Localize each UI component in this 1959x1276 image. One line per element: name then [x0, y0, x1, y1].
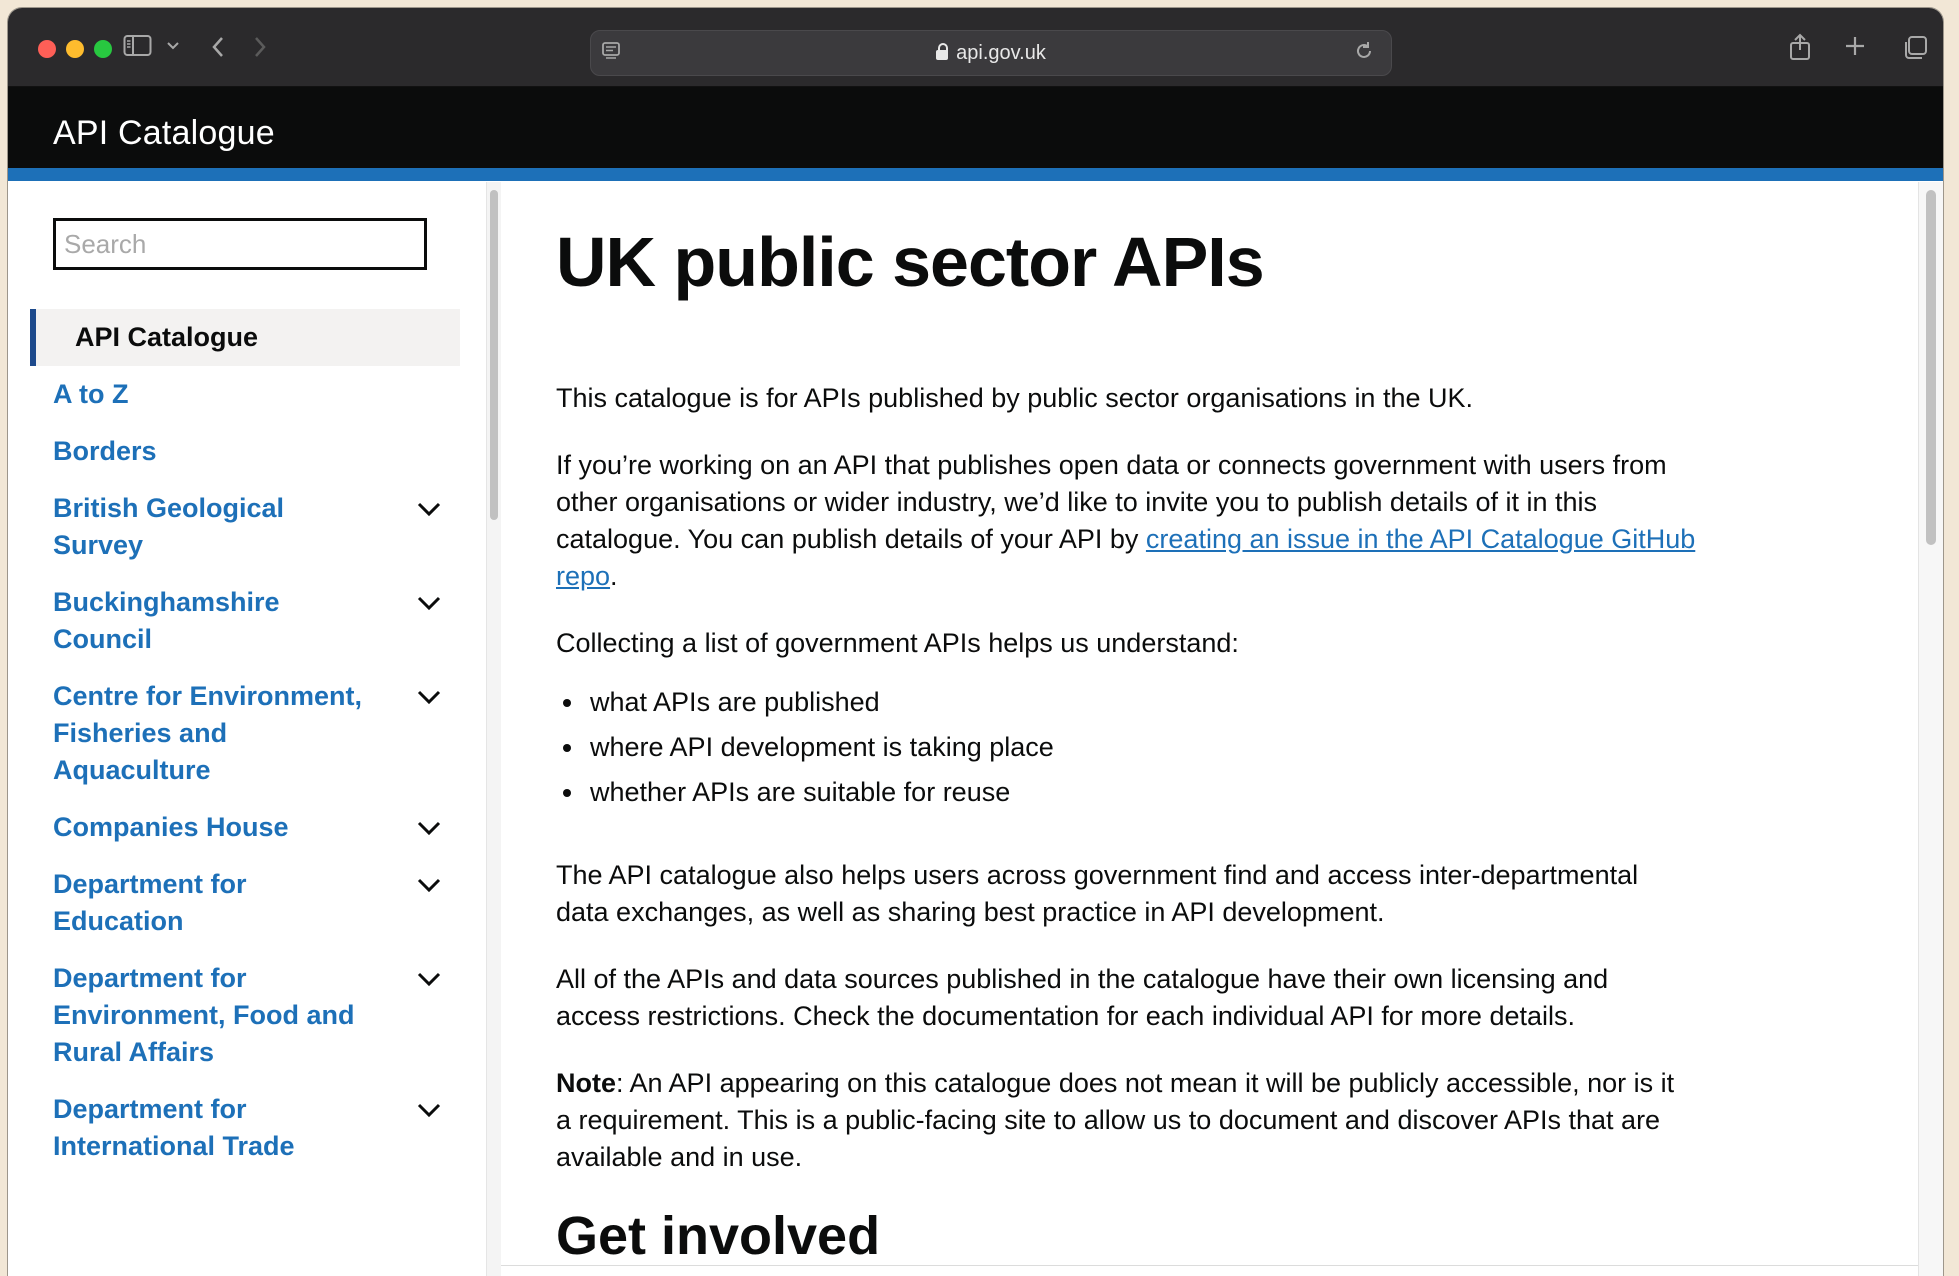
also-helps-paragraph: The API catalogue also helps users acros…: [556, 860, 1639, 927]
sidebar-item-label[interactable]: Department for Education: [53, 866, 370, 940]
sidebar-item-defra[interactable]: Department for Environment, Food and Rur…: [8, 950, 460, 1081]
list-item: where API development is taking place: [586, 725, 1696, 770]
sidebar-item-department-for-education[interactable]: Department for Education: [8, 856, 460, 950]
sidebar-nav: API Catalogue A to Z Borders British Geo…: [8, 182, 501, 1276]
site-title-link[interactable]: API Catalogue: [53, 114, 275, 153]
chevron-down-icon[interactable]: [414, 964, 444, 994]
sidebar-item-borders[interactable]: Borders: [8, 423, 460, 480]
note-text: : An API appearing on this catalogue doe…: [556, 1068, 1675, 1172]
licensing-paragraph: All of the APIs and data sources publish…: [556, 964, 1609, 1031]
minimize-window-button[interactable]: [66, 40, 84, 58]
lock-icon: [936, 43, 949, 60]
sidebar-item-label[interactable]: Department for Environment, Food and Rur…: [53, 960, 370, 1071]
sidebar-toggle-icon[interactable]: [123, 34, 153, 58]
url-text: api.gov.uk: [956, 42, 1046, 64]
list-item: whether APIs are suitable for reuse: [586, 770, 1696, 815]
browser-toolbar: api.gov.uk: [8, 8, 1943, 87]
collecting-paragraph: Collecting a list of government APIs hel…: [556, 628, 1239, 658]
sidebar-item-cefas[interactable]: Centre for Environment, Fisheries and Aq…: [8, 668, 460, 799]
chevron-down-icon[interactable]: [166, 39, 180, 53]
address-bar[interactable]: api.gov.uk: [590, 30, 1392, 76]
invite-end: .: [610, 561, 618, 591]
invite-paragraph: If you’re working on an API that publish…: [556, 447, 1696, 595]
note-label: Note: [556, 1068, 616, 1098]
sidebar-item-label[interactable]: Borders: [53, 433, 370, 470]
sidebar-item-label[interactable]: Buckinghamshire Council: [53, 584, 370, 658]
close-window-button[interactable]: [38, 40, 56, 58]
understand-list: what APIs are published where API develo…: [556, 680, 1696, 815]
new-tab-icon[interactable]: [1843, 34, 1867, 58]
chevron-down-icon[interactable]: [414, 870, 444, 900]
sidebar-item-label[interactable]: A to Z: [53, 376, 370, 413]
reload-icon[interactable]: [1353, 40, 1375, 62]
section-heading: Get involved: [556, 1206, 881, 1266]
search-input[interactable]: [53, 218, 427, 270]
list-item: what APIs are published: [586, 680, 1696, 725]
tab-overview-icon[interactable]: [1901, 34, 1929, 62]
forward-icon[interactable]: [250, 34, 270, 60]
main-scrollbar[interactable]: [1918, 182, 1943, 1276]
chevron-down-icon[interactable]: [414, 588, 444, 618]
sidebar-item-companies-house[interactable]: Companies House: [8, 799, 460, 856]
chevron-down-icon[interactable]: [414, 682, 444, 712]
main-scrollbar-thumb[interactable]: [1926, 190, 1936, 545]
chevron-down-icon[interactable]: [414, 813, 444, 843]
sidebar-item-label[interactable]: Companies House: [53, 809, 370, 846]
chevron-down-icon[interactable]: [414, 494, 444, 524]
zoom-window-button[interactable]: [94, 40, 112, 58]
sidebar-item-label[interactable]: API Catalogue: [75, 319, 370, 356]
sidebar-item-a-to-z[interactable]: A to Z: [8, 366, 460, 423]
sidebar-scrollbar-thumb[interactable]: [490, 190, 498, 520]
browser-window: api.gov.uk API Catalogue API Catalogue A…: [8, 8, 1943, 1276]
sidebar-item-label[interactable]: Centre for Environment, Fisheries and Aq…: [53, 678, 370, 789]
main-content: UK public sector APIs This catalogue is …: [501, 182, 1927, 1276]
back-icon[interactable]: [208, 34, 228, 60]
sidebar-item-department-for-international-trade[interactable]: Department for International Trade: [8, 1081, 460, 1175]
site-header: API Catalogue: [8, 87, 1943, 181]
page-title: UK public sector APIs: [556, 223, 1265, 301]
note-paragraph: Note: An API appearing on this catalogue…: [556, 1065, 1696, 1176]
intro-paragraph: This catalogue is for APIs published by …: [556, 383, 1473, 413]
sidebar-item-buckinghamshire-council[interactable]: Buckinghamshire Council: [8, 574, 460, 668]
share-icon[interactable]: [1788, 32, 1812, 62]
divider: [501, 1265, 1918, 1266]
sidebar-item-api-catalogue[interactable]: API Catalogue: [30, 309, 460, 366]
sidebar-item-label[interactable]: British Geological Survey: [53, 490, 370, 564]
sidebar-item-british-geological-survey[interactable]: British Geological Survey: [8, 480, 460, 574]
nav-list: API Catalogue A to Z Borders British Geo…: [8, 309, 460, 1175]
sidebar-item-label[interactable]: Department for International Trade: [53, 1091, 370, 1165]
chevron-down-icon[interactable]: [414, 1095, 444, 1125]
sidebar-scrollbar[interactable]: [486, 182, 501, 1276]
